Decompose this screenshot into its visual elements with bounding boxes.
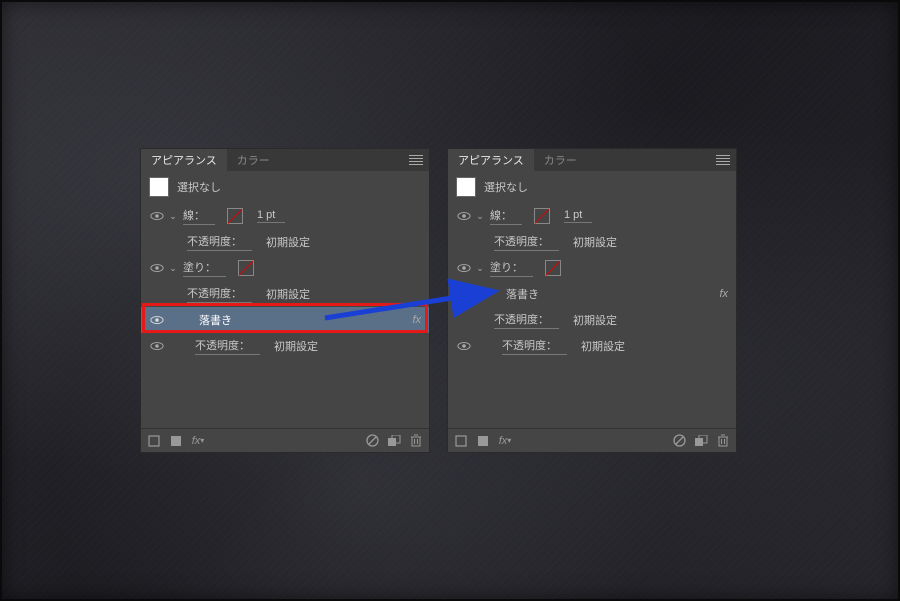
trash-icon[interactable] (716, 434, 730, 448)
appearance-panel-left: アピアランス カラー 選択なし ⌄ 線： 1 pt 不透明度： 初期設定 ⌄ 塗… (140, 148, 430, 453)
panel-footer: fx▾ (141, 428, 429, 452)
chevron-down-icon[interactable]: ⌄ (167, 263, 179, 274)
effect-label: 落書き (506, 286, 539, 302)
appearance-panel-right: アピアランス カラー 選択なし ⌄ 線： 1 pt 不透明度： 初期設定 ⌄ 塗… (447, 148, 737, 453)
opacity-value: 初期設定 (266, 286, 310, 302)
tab-appearance[interactable]: アピアランス (448, 149, 534, 171)
opacity-label: 不透明度： (187, 233, 252, 251)
opacity-value: 初期設定 (274, 338, 318, 354)
clear-icon[interactable] (672, 434, 686, 448)
chevron-down-icon[interactable]: ⌄ (167, 211, 179, 222)
stroke-opacity-row[interactable]: 不透明度： 初期設定 (448, 229, 736, 255)
chevron-down-icon[interactable]: ⌄ (474, 211, 486, 222)
opacity-value: 初期設定 (266, 234, 310, 250)
selection-label: 選択なし (484, 179, 528, 195)
opacity-value: 初期設定 (581, 338, 625, 354)
new-fill-icon[interactable] (476, 434, 490, 448)
thumbnail-swatch[interactable] (149, 177, 169, 197)
thumbnail-swatch[interactable] (456, 177, 476, 197)
fill-row[interactable]: ⌄ 塗り： (141, 255, 429, 281)
fill-row[interactable]: ⌄ 塗り： (448, 255, 736, 281)
base-opacity-row[interactable]: 不透明度： 初期設定 (141, 333, 429, 359)
fx-menu-icon[interactable]: fx▾ (498, 434, 512, 448)
fx-indicator[interactable]: fx (719, 288, 728, 300)
duplicate-icon[interactable] (694, 434, 708, 448)
tabs-bar: アピアランス カラー (448, 149, 736, 171)
selection-header: 選択なし (448, 171, 736, 203)
new-stroke-icon[interactable] (454, 434, 468, 448)
base-opacity-row[interactable]: 不透明度： 初期設定 (448, 333, 736, 359)
stroke-weight[interactable]: 1 pt (564, 209, 592, 223)
stroke-swatch[interactable] (534, 208, 550, 224)
selection-label: 選択なし (177, 179, 221, 195)
opacity-value: 初期設定 (573, 312, 617, 328)
tabs-bar: アピアランス カラー (141, 149, 429, 171)
duplicate-icon[interactable] (387, 434, 401, 448)
tab-color[interactable]: カラー (534, 149, 587, 171)
visibility-icon[interactable] (150, 341, 164, 351)
visibility-icon[interactable] (457, 341, 471, 351)
opacity-label: 不透明度： (195, 337, 260, 355)
new-stroke-icon[interactable] (147, 434, 161, 448)
selection-header: 選択なし (141, 171, 429, 203)
visibility-icon[interactable] (150, 315, 164, 325)
stroke-weight[interactable]: 1 pt (257, 209, 285, 223)
scribble-effect-row[interactable]: 落書き fx (141, 307, 429, 333)
opacity-label: 不透明度： (494, 233, 559, 251)
fill-label[interactable]: 塗り： (183, 259, 226, 277)
effect-label: 落書き (199, 312, 232, 328)
fx-menu-icon[interactable]: fx▾ (191, 434, 205, 448)
stroke-opacity-row[interactable]: 不透明度： 初期設定 (141, 229, 429, 255)
stroke-label[interactable]: 線： (183, 207, 215, 225)
visibility-icon[interactable] (150, 211, 164, 221)
fill-opacity-row[interactable]: 不透明度： 初期設定 (448, 307, 736, 333)
fx-indicator[interactable]: fx (412, 314, 421, 326)
tab-appearance[interactable]: アピアランス (141, 149, 227, 171)
opacity-label: 不透明度： (187, 285, 252, 303)
visibility-icon[interactable] (457, 211, 471, 221)
stroke-label[interactable]: 線： (490, 207, 522, 225)
stroke-swatch[interactable] (227, 208, 243, 224)
opacity-value: 初期設定 (573, 234, 617, 250)
fill-swatch[interactable] (545, 260, 561, 276)
scribble-effect-row[interactable]: 落書き fx (448, 281, 736, 307)
panel-menu-icon[interactable] (409, 153, 423, 167)
fill-opacity-row[interactable]: 不透明度： 初期設定 (141, 281, 429, 307)
opacity-label: 不透明度： (494, 311, 559, 329)
clear-icon[interactable] (365, 434, 379, 448)
new-fill-icon[interactable] (169, 434, 183, 448)
chevron-down-icon[interactable]: ⌄ (474, 263, 486, 274)
stroke-row[interactable]: ⌄ 線： 1 pt (448, 203, 736, 229)
fill-label[interactable]: 塗り： (490, 259, 533, 277)
tab-color[interactable]: カラー (227, 149, 280, 171)
opacity-label: 不透明度： (502, 337, 567, 355)
trash-icon[interactable] (409, 434, 423, 448)
visibility-icon[interactable] (150, 263, 164, 273)
visibility-icon[interactable] (457, 263, 471, 273)
fill-swatch[interactable] (238, 260, 254, 276)
stroke-row[interactable]: ⌄ 線： 1 pt (141, 203, 429, 229)
panel-footer: fx▾ (448, 428, 736, 452)
panel-menu-icon[interactable] (716, 153, 730, 167)
